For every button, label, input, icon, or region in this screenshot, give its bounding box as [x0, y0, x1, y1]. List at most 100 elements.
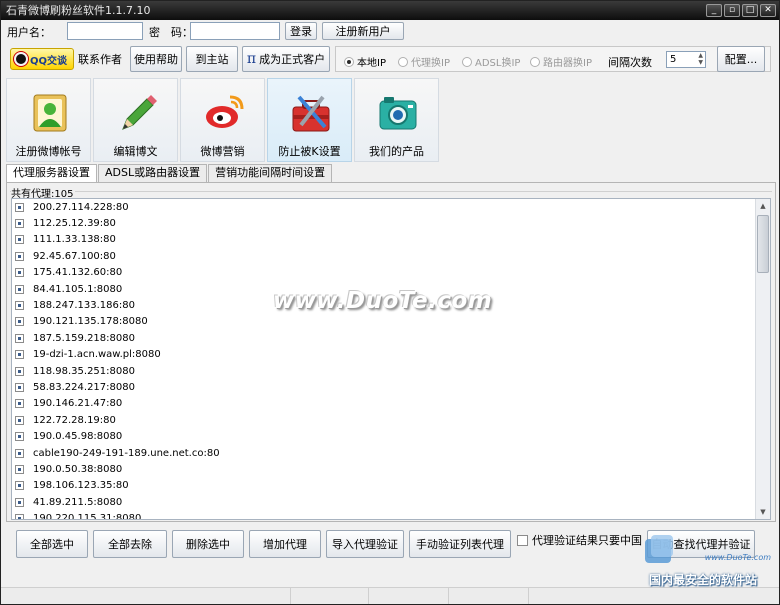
proxy-address: 198.106.123.35:80: [33, 480, 129, 492]
spinner-arrows-icon[interactable]: ▲ ▼: [698, 52, 703, 66]
vertical-scrollbar[interactable]: ▲ ▼: [755, 199, 770, 519]
proxy-checkbox[interactable]: [15, 366, 24, 376]
proxy-checkbox[interactable]: [15, 268, 24, 278]
proxy-checkbox[interactable]: [15, 284, 24, 294]
proxy-row[interactable]: 92.45.67.100:80: [12, 248, 770, 264]
status-segment: [291, 588, 369, 604]
proxy-address: 84.41.105.1:8080: [33, 283, 123, 295]
scroll-thumb[interactable]: [757, 215, 769, 273]
scroll-down-icon[interactable]: ▼: [757, 505, 769, 519]
title-bar: 石青微博刷粉丝软件1.1.7.10 _ ▫ □ ✕: [1, 1, 779, 20]
register-button[interactable]: 注册新用户: [322, 22, 404, 40]
proxy-address: 111.1.33.138:80: [33, 234, 116, 246]
feature-anti-ban-settings[interactable]: 防止被K设置: [267, 78, 352, 162]
import-verify-button[interactable]: 导入代理验证: [326, 530, 404, 558]
proxy-checkbox[interactable]: [15, 301, 24, 311]
proxy-row[interactable]: 58.83.224.217:8080: [12, 379, 770, 395]
proxy-row[interactable]: 112.25.12.39:80: [12, 215, 770, 231]
qq-penguin-icon: [14, 52, 28, 66]
feature-register-account[interactable]: 注册微博帐号: [6, 78, 91, 162]
proxy-checkbox[interactable]: [15, 251, 24, 261]
qq-chat-button[interactable]: QQ交谈: [10, 48, 74, 70]
config-button[interactable]: 配置...: [717, 46, 765, 72]
help-button[interactable]: 使用帮助: [130, 46, 182, 72]
proxy-address: 175.41.132.60:80: [33, 267, 123, 279]
pencil-icon: [122, 95, 157, 130]
radio-proxy-ip[interactable]: 代理换IP: [398, 54, 450, 69]
proxy-row[interactable]: 111.1.33.138:80: [12, 232, 770, 248]
proxy-checkbox[interactable]: [15, 464, 24, 474]
deselect-all-button[interactable]: 全部去除: [93, 530, 167, 558]
close-button[interactable]: ✕: [760, 4, 776, 17]
proxy-checkbox[interactable]: [15, 382, 24, 392]
proxy-address: 92.45.67.100:80: [33, 250, 116, 262]
status-bar: [1, 587, 779, 604]
radio-router-ip[interactable]: 路由器换IP: [530, 54, 592, 69]
become-customer-button[interactable]: π 成为正式客户: [242, 46, 330, 72]
tab-adsl-router-settings[interactable]: ADSL或路由器设置: [98, 164, 208, 182]
proxy-checkbox[interactable]: [15, 514, 24, 519]
brand-slogan: 国内最安全的软件站: [649, 573, 758, 587]
proxy-checkbox[interactable]: [15, 432, 24, 442]
radio-adsl-ip[interactable]: ADSL换IP: [462, 54, 520, 69]
proxy-row[interactable]: 200.27.114.228:80: [12, 199, 770, 215]
camera-icon: [379, 97, 417, 130]
proxy-checkbox[interactable]: [15, 448, 24, 458]
proxy-checkbox[interactable]: [15, 481, 24, 491]
tab-interval-settings[interactable]: 营销功能间隔时间设置: [208, 164, 333, 182]
proxy-checkbox[interactable]: [15, 350, 24, 360]
proxy-row[interactable]: 190.0.45.98:8080: [12, 428, 770, 444]
select-all-button[interactable]: 全部选中: [16, 530, 88, 558]
checkbox-box: [517, 534, 528, 546]
proxy-tab-panel: 共有代理:105 200.27.114.228:80 112.25.12.39:8…: [6, 182, 776, 522]
password-input[interactable]: [190, 22, 280, 40]
proxy-row[interactable]: 118.98.35.251:8080: [12, 363, 770, 379]
proxy-checkbox[interactable]: [15, 399, 24, 409]
proxy-checkbox[interactable]: [15, 235, 24, 245]
feature-label: 防止被K设置: [278, 145, 341, 158]
delete-selected-button[interactable]: 删除选中: [172, 530, 244, 558]
add-proxy-button[interactable]: 增加代理: [249, 530, 321, 558]
login-button[interactable]: 登录: [285, 22, 317, 40]
proxy-checkbox[interactable]: [15, 202, 24, 212]
proxy-row[interactable]: 19-dzi-1.acn.waw.pl:8080: [12, 347, 770, 363]
proxy-checkbox[interactable]: [15, 497, 24, 507]
maximize-button[interactable]: □: [742, 4, 758, 17]
username-input[interactable]: [67, 22, 143, 40]
restore-button[interactable]: ▫: [724, 4, 740, 17]
manual-verify-button[interactable]: 手动验证列表代理: [409, 530, 511, 558]
feature-label: 微博营销: [200, 145, 245, 158]
app-window: 石青微博刷粉丝软件1.1.7.10 _ ▫ □ ✕ 用户名： 密 码： 登录 注…: [0, 0, 780, 605]
proxy-address: 200.27.114.228:80: [33, 201, 129, 213]
proxy-row[interactable]: 122.72.28.19:80: [12, 412, 770, 428]
proxy-row[interactable]: cable190-249-191-189.une.net.co:80: [12, 445, 770, 461]
proxy-checkbox[interactable]: [15, 333, 24, 343]
brand-url: www.DuoTe.com: [704, 553, 771, 562]
radio-local-ip[interactable]: 本地IP: [344, 54, 386, 69]
proxy-checkbox[interactable]: [15, 219, 24, 229]
proxy-row[interactable]: 190.220.115.31:8080: [12, 510, 770, 519]
contact-author-button[interactable]: 联系作者: [76, 48, 124, 70]
proxy-row[interactable]: 190.121.135.178:8080: [12, 314, 770, 330]
proxy-row[interactable]: 190.146.21.47:80: [12, 396, 770, 412]
home-button[interactable]: 到主站: [186, 46, 238, 72]
proxy-row[interactable]: 198.106.123.35:80: [12, 478, 770, 494]
proxy-row[interactable]: 175.41.132.60:80: [12, 265, 770, 281]
proxy-list[interactable]: 200.27.114.228:80 112.25.12.39:80 111.1.33…: [11, 198, 771, 520]
proxy-row[interactable]: 187.5.159.218:8080: [12, 330, 770, 346]
proxy-checkbox[interactable]: [15, 415, 24, 425]
scroll-up-icon[interactable]: ▲: [757, 199, 769, 213]
radio-dot: [398, 56, 408, 67]
china-only-checkbox[interactable]: 代理验证结果只要中国: [517, 532, 642, 548]
interval-spinner[interactable]: 5 ▲ ▼: [666, 51, 706, 68]
feature-our-products[interactable]: 我们的产品: [354, 78, 439, 162]
proxy-row[interactable]: 190.0.50.38:8080: [12, 461, 770, 477]
status-segment: [449, 588, 529, 604]
feature-edit-post[interactable]: 编辑博文: [93, 78, 178, 162]
password-label: 密 码：: [149, 26, 193, 39]
tab-proxy-settings[interactable]: 代理服务器设置: [6, 164, 97, 183]
minimize-button[interactable]: _: [706, 4, 722, 17]
proxy-checkbox[interactable]: [15, 317, 24, 327]
feature-weibo-marketing[interactable]: 微博营销: [180, 78, 265, 162]
proxy-row[interactable]: 41.89.211.5:8080: [12, 494, 770, 510]
